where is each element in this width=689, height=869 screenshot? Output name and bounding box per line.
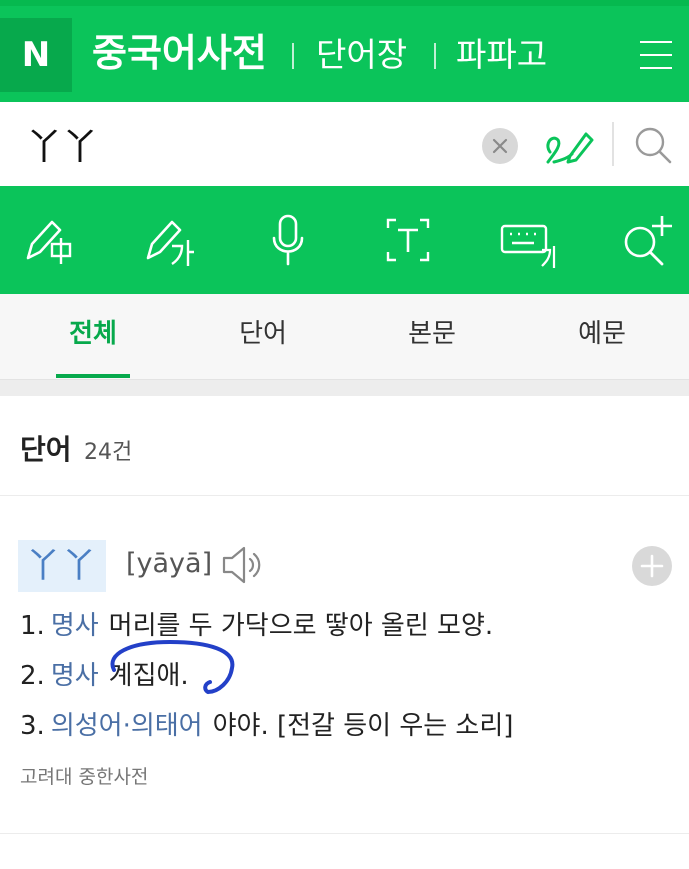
definition-item: 2. 명사 계집애. [20,656,189,696]
definition-item: 3. 의성어·의태어 야야. [전갈 등이 우는 소리] [20,706,513,746]
dictionary-title[interactable]: 중국어사전 [92,26,267,80]
headword-text: 丫丫 [26,546,98,586]
input-toolbar [0,186,689,294]
wordbook-link[interactable]: 단어장 [316,28,407,82]
part-of-speech[interactable]: 명사 [51,611,99,641]
search-divider [612,122,614,166]
advanced-search-icon[interactable] [618,210,678,270]
definition-text: 머리를 두 가닥으로 땋아 올린 모양. [108,611,494,641]
nav-divider [292,43,294,69]
add-to-wordbook-icon[interactable] [632,546,672,586]
definition-number: 2. [20,661,45,691]
speaker-icon[interactable] [220,544,266,586]
definition-text: 야야. [전갈 등이 우는 소리] [212,711,514,741]
section-gap [0,380,689,396]
tab-all[interactable]: 전체 [33,294,153,380]
tab-words[interactable]: 단어 [203,294,323,380]
logo-letter: N [21,35,51,75]
word-section-header: 단어 24건 [0,396,689,496]
search-bar [0,102,689,186]
definition-item: 1. 명사 머리를 두 가닥으로 땋아 올린 모양. [20,606,493,646]
dictionary-source[interactable]: 고려대 중한사전 [20,762,148,789]
papago-link[interactable]: 파파고 [456,28,547,82]
definition-number: 1. [20,611,45,641]
menu-icon[interactable] [640,39,672,71]
microphone-icon[interactable] [258,210,318,270]
search-input[interactable] [26,116,446,172]
chinese-handwriting-icon[interactable] [22,210,82,270]
dictionary-entry: 丫丫 [yāyā] 1. 명사 머리를 두 가닥으로 땋아 올린 모양. 2. 명사 계… [0,496,689,834]
text-recognition-icon[interactable] [378,210,438,270]
headword[interactable]: 丫丫 [18,540,106,592]
tab-examples[interactable]: 예문 [542,294,662,380]
nav-divider [434,43,436,69]
pinyin: [yāyā] [126,548,213,579]
clear-icon[interactable] [482,128,518,164]
part-of-speech[interactable]: 의성어·의태어 [51,711,203,741]
app-header: N 중국어사전 단어장 파파고 [0,6,689,102]
handwriting-pen-icon[interactable] [542,122,594,168]
result-count: 24건 [84,440,133,465]
definition-number: 3. [20,711,45,741]
active-tab-indicator [56,374,130,378]
definition-text: 계집애. [108,661,189,691]
search-icon[interactable] [632,124,674,166]
keyboard-icon[interactable] [498,210,558,270]
tab-text[interactable]: 본문 [372,294,492,380]
part-of-speech[interactable]: 명사 [51,661,99,691]
naver-logo[interactable]: N [0,18,72,92]
korean-handwriting-icon[interactable] [142,210,202,270]
result-tabs: 전체 단어 본문 예문 [0,294,689,380]
section-title: 단어 [20,433,72,466]
